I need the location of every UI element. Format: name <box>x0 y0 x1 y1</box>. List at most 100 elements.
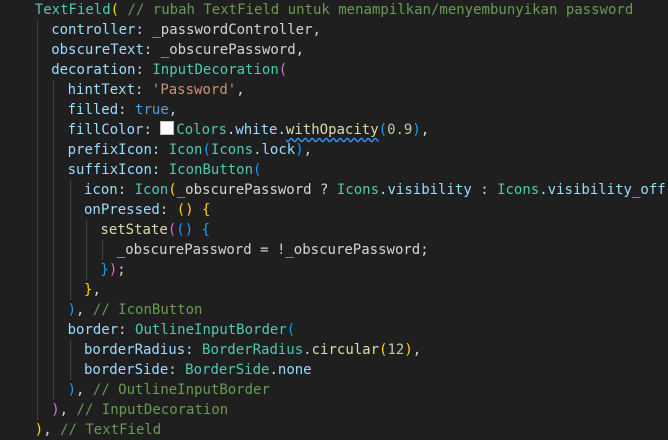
code-token: { <box>201 222 210 238</box>
code-line[interactable]: hintText: 'Password', <box>0 80 245 100</box>
code-line[interactable]: border: OutlineInputBorder( <box>0 320 296 340</box>
code-line[interactable]: prefixIcon: Icon(Icons.lock), <box>0 140 313 160</box>
code-token: filled <box>67 102 119 118</box>
code-line[interactable]: setState(() { <box>0 220 210 240</box>
code-line[interactable]: decoration: InputDecoration( <box>0 60 287 80</box>
code-editor[interactable]: TextField( // rubah TextField untuk mena… <box>0 0 668 439</box>
code-token: () <box>176 222 194 238</box>
code-token: _obscurePassword = !_obscurePassword; <box>116 242 429 258</box>
code-token: ( <box>278 62 288 78</box>
code-token: ( <box>110 2 120 18</box>
code-token: borderSide <box>84 362 169 378</box>
code-token: : <box>471 182 498 198</box>
code-token: 12 <box>387 342 405 358</box>
code-token: , <box>59 402 77 418</box>
code-token: circular <box>311 342 380 358</box>
code-token: Icon <box>134 182 169 198</box>
code-token: BorderSide <box>185 362 270 378</box>
code-token: . <box>303 342 312 358</box>
code-token: // IconButton <box>92 302 203 318</box>
code-token: IconButton <box>168 162 254 178</box>
code-token: InputDecoration <box>152 62 279 78</box>
code-line[interactable]: borderRadius: BorderRadius.circular(12), <box>0 340 421 360</box>
code-token: , <box>236 82 245 98</box>
code-token: . <box>277 122 286 138</box>
code-token: : <box>151 162 169 178</box>
code-line[interactable]: ), // OutlineInputBorder <box>0 380 270 400</box>
code-token: prefixIcon <box>67 142 152 158</box>
code-token: white <box>235 122 278 138</box>
code-token: . <box>269 362 278 378</box>
code-token: OutlineInputBorder <box>135 322 287 338</box>
code-token: , <box>303 142 313 158</box>
code-token: 0.9 <box>387 122 413 138</box>
code-token: . <box>539 182 548 198</box>
code-token: ( <box>253 162 262 178</box>
code-token: suffixIcon <box>67 162 152 178</box>
code-token: ; <box>117 262 126 278</box>
code-token: onPressed <box>84 202 160 218</box>
code-token: : <box>118 102 136 118</box>
code-line[interactable]: }, <box>0 280 101 300</box>
code-token: , <box>76 302 93 318</box>
code-token: Icons <box>497 182 540 198</box>
code-token: ( <box>286 322 296 338</box>
code-token: () <box>176 202 194 218</box>
code-token: Colors <box>176 122 227 138</box>
code-token: : <box>185 342 203 358</box>
code-line[interactable]: ), // IconButton <box>0 300 203 320</box>
code-token: true <box>135 102 169 118</box>
code-token: . <box>253 142 262 158</box>
code-line[interactable]: TextField( // rubah TextField untuk mena… <box>0 0 633 20</box>
code-token: , <box>92 282 101 298</box>
code-line[interactable]: }); <box>0 260 126 280</box>
code-token: ) <box>34 422 44 438</box>
code-line[interactable]: onPressed: () { <box>0 200 210 220</box>
code-token: { <box>202 202 211 218</box>
code-token: visibility_off <box>547 182 666 198</box>
code-token: // InputDecoration <box>76 402 229 418</box>
code-token: : <box>151 142 169 158</box>
code-token: _obscurePassword ? <box>176 182 337 198</box>
code-token: setState <box>100 222 168 238</box>
code-token: // OutlineInputBorder <box>92 382 270 398</box>
code-token: hintText <box>67 82 136 98</box>
code-line[interactable]: _obscurePassword = !_obscurePassword; <box>0 240 429 260</box>
code-token: lock <box>261 142 296 158</box>
code-line[interactable]: ), // TextField <box>0 420 161 440</box>
code-token: Icon <box>168 142 203 158</box>
code-token: TextField <box>34 2 111 18</box>
code-token: ( <box>168 182 177 198</box>
code-token: : <box>168 362 186 378</box>
code-line[interactable]: fillColor: Colors.white.withOpacity(0.9)… <box>0 120 429 140</box>
code-token: withOpacity <box>285 122 379 138</box>
code-token: Icons <box>210 142 254 158</box>
code-line[interactable]: filled: true, <box>0 100 178 120</box>
code-token: BorderRadius <box>202 342 304 358</box>
code-line[interactable]: suffixIcon: IconButton( <box>0 160 262 180</box>
code-line[interactable]: icon: Icon(_obscurePassword ? Icons.visi… <box>0 180 668 200</box>
code-token: : <box>143 122 161 138</box>
color-swatch <box>160 121 175 135</box>
code-token: ( <box>378 122 388 138</box>
code-token: Icons <box>336 182 380 198</box>
code-line[interactable]: borderSide: BorderSide.none <box>0 360 312 380</box>
code-token: fillColor <box>67 122 144 138</box>
code-token: ( <box>167 222 177 238</box>
code-line[interactable]: obscureText: _obscurePassword, <box>0 40 304 60</box>
code-token: decoration <box>51 62 136 78</box>
code-token: : _passwordController, <box>135 22 321 38</box>
code-token: ) <box>295 142 304 158</box>
code-token: : _obscurePassword, <box>143 42 305 58</box>
code-token: , <box>420 122 430 138</box>
code-token: ) <box>404 342 413 358</box>
code-line[interactable]: controller: _passwordController, <box>0 20 321 40</box>
code-token: ) <box>51 402 60 418</box>
code-token: controller <box>51 22 136 38</box>
code-token: 'Password' <box>151 82 237 98</box>
code-token: : <box>117 182 135 198</box>
code-line[interactable]: ), // InputDecoration <box>0 400 228 420</box>
code-token: border <box>67 322 119 338</box>
